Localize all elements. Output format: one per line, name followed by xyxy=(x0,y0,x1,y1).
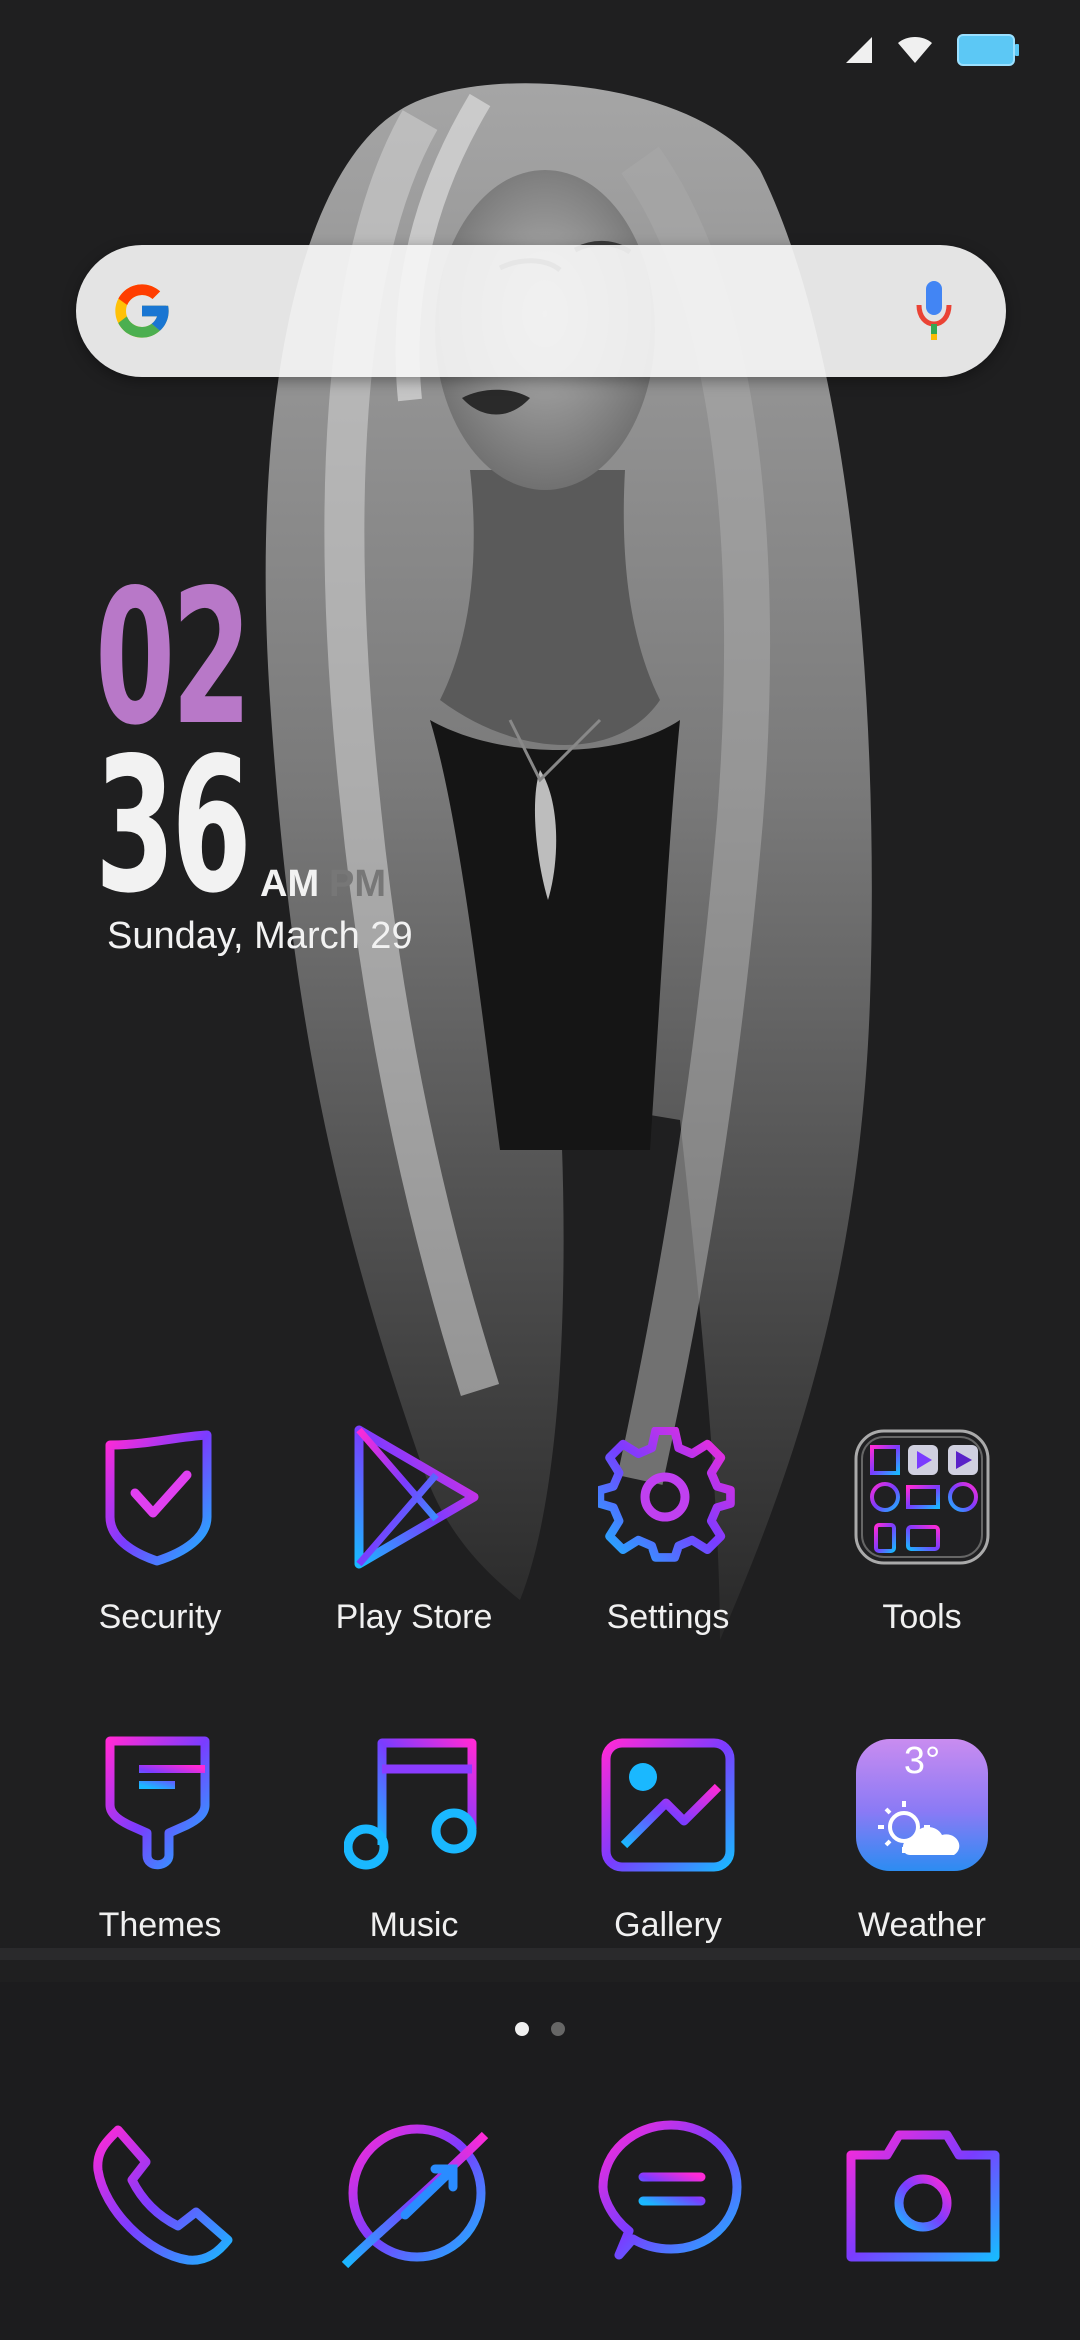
weather-temperature: 3° xyxy=(903,1740,941,1782)
app-label: Play Store xyxy=(335,1598,493,1636)
app-music[interactable]: Music xyxy=(314,1730,514,1945)
google-logo-icon xyxy=(115,284,169,338)
app-label: Music xyxy=(369,1906,459,1944)
app-themes[interactable]: Themes xyxy=(60,1730,260,1945)
image-icon xyxy=(601,1738,735,1872)
am-indicator: AM xyxy=(260,863,320,905)
play-store-icon xyxy=(354,1425,479,1569)
status-bar xyxy=(844,30,1020,70)
search-input[interactable] xyxy=(206,275,870,349)
battery-icon xyxy=(957,34,1019,66)
dock-camera[interactable] xyxy=(838,2110,1008,2280)
app-label: Security xyxy=(98,1598,222,1636)
app-tools-folder[interactable]: Tools xyxy=(822,1422,1022,1637)
clock-minute: 36 xyxy=(95,717,252,934)
app-gallery[interactable]: Gallery xyxy=(568,1730,768,1945)
gear-icon xyxy=(598,1427,735,1562)
app-label: Settings xyxy=(606,1598,730,1636)
page-dot-active[interactable] xyxy=(515,2022,529,2036)
app-weather[interactable]: 3° Weather xyxy=(822,1730,1022,1945)
browser-icon xyxy=(341,2124,489,2269)
app-settings[interactable]: Settings xyxy=(568,1422,768,1637)
signal-icon xyxy=(846,37,872,63)
pm-indicator: PM xyxy=(329,863,386,905)
google-search-bar[interactable] xyxy=(76,245,1006,377)
app-security[interactable]: Security xyxy=(60,1422,260,1637)
paintbrush-icon xyxy=(105,1736,210,1870)
page-indicator[interactable] xyxy=(0,2022,1080,2036)
dock-messages[interactable] xyxy=(584,2110,754,2280)
camera-icon xyxy=(846,2130,1000,2262)
app-play-store[interactable]: Play Store xyxy=(314,1422,514,1637)
folder-icon xyxy=(854,1429,990,1565)
phone-icon xyxy=(93,2125,233,2265)
app-label: Tools xyxy=(882,1598,962,1636)
shield-check-icon xyxy=(105,1430,212,1566)
wifi-icon xyxy=(898,37,932,63)
microphone-icon[interactable] xyxy=(914,279,954,343)
music-note-icon xyxy=(344,1738,477,1870)
messages-icon xyxy=(598,2120,742,2260)
dock-phone[interactable] xyxy=(78,2110,248,2280)
dock-browser[interactable] xyxy=(330,2110,500,2280)
page-dot[interactable] xyxy=(551,2022,565,2036)
dock-divider xyxy=(0,1948,1080,1960)
clock-date: Sunday, March 29 xyxy=(107,915,413,957)
app-label: Weather xyxy=(858,1906,986,1944)
app-label: Themes xyxy=(98,1906,222,1944)
app-label: Gallery xyxy=(614,1906,722,1944)
